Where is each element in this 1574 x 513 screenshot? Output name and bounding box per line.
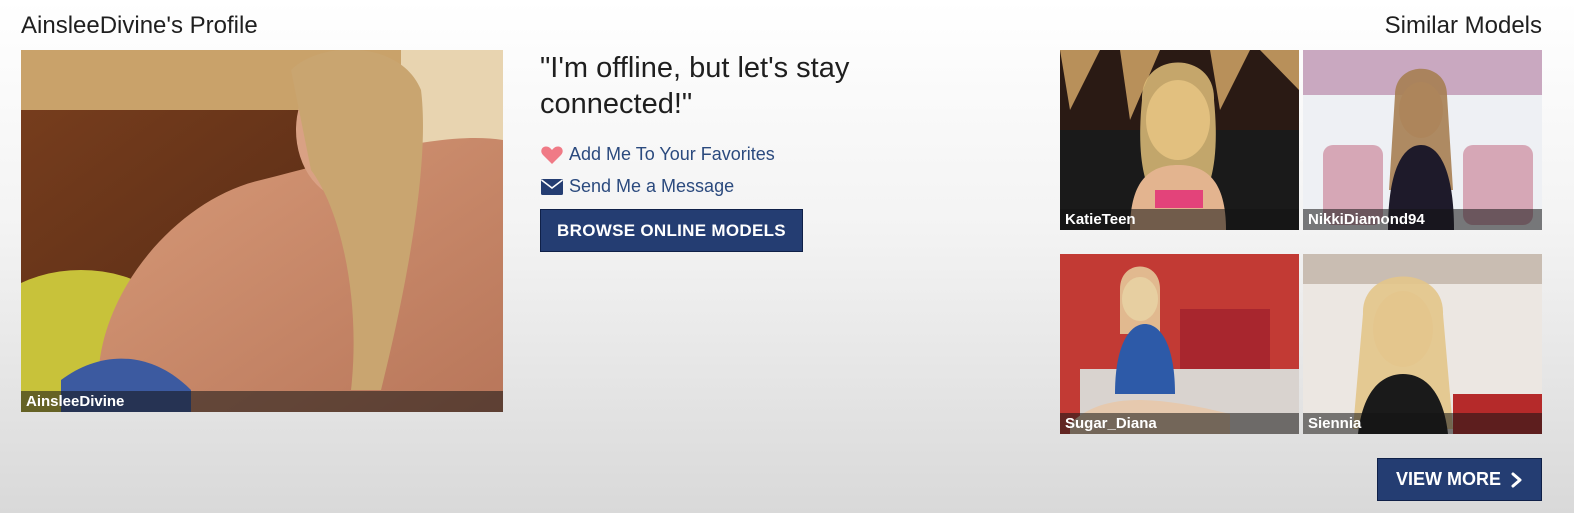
- envelope-icon: [540, 177, 564, 197]
- view-more-label: VIEW MORE: [1395, 469, 1501, 489]
- similar-model-name: NikkiDiamond94: [1303, 209, 1542, 230]
- similar-model-name: KatieTeen: [1060, 209, 1299, 230]
- similar-model-name: Siennia: [1303, 413, 1542, 434]
- similar-model-card[interactable]: NikkiDiamond94: [1303, 50, 1542, 230]
- similar-model-photo: [1303, 254, 1542, 434]
- view-more-button[interactable]: VIEW MORE: [1377, 458, 1542, 501]
- similar-model-card[interactable]: KatieTeen: [1060, 50, 1299, 230]
- similar-model-photo: [1303, 50, 1542, 230]
- add-to-favorites-link[interactable]: Add Me To Your Favorites: [540, 144, 775, 165]
- similar-model-card[interactable]: Siennia: [1303, 254, 1542, 434]
- offline-message: "I'm offline, but let's stay connected!": [540, 52, 850, 120]
- send-message-label: Send Me a Message: [569, 176, 735, 196]
- browse-online-models-button[interactable]: BROWSE ONLINE MODELS: [540, 209, 803, 252]
- chevron-right-icon: [1511, 472, 1523, 488]
- profile-photo[interactable]: AinsleeDivine: [21, 50, 503, 412]
- profile-photo-caption: AinsleeDivine: [21, 391, 503, 412]
- heart-icon: [540, 145, 564, 165]
- similar-models-title: Similar Models: [1384, 12, 1542, 39]
- add-to-favorites-label: Add Me To Your Favorites: [569, 144, 775, 164]
- similar-model-photo: [1060, 254, 1299, 434]
- profile-title: AinsleeDivine's Profile: [21, 12, 258, 39]
- send-message-link[interactable]: Send Me a Message: [540, 176, 734, 197]
- similar-model-name: Sugar_Diana: [1060, 413, 1299, 434]
- similar-model-card[interactable]: Sugar_Diana: [1060, 254, 1299, 434]
- profile-photo-image: [21, 50, 503, 412]
- similar-model-photo: [1060, 50, 1299, 230]
